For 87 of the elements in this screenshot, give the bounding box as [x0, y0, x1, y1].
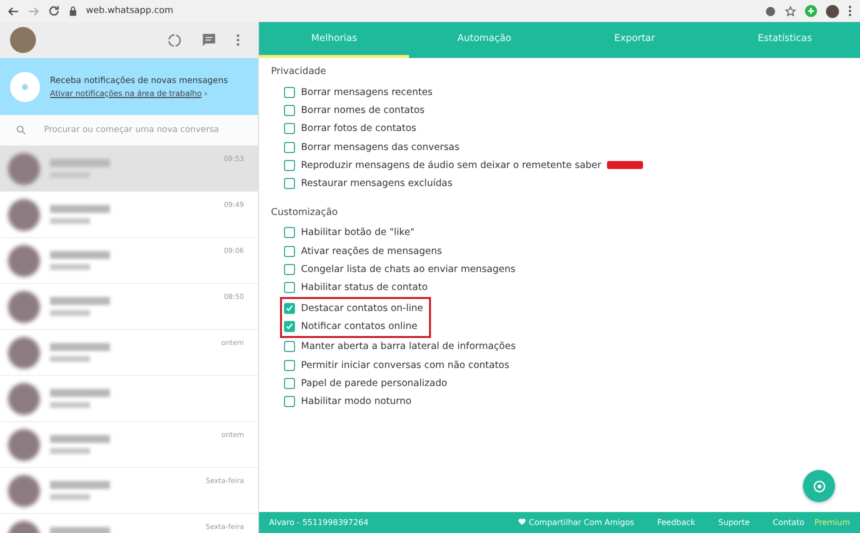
blurred-avatar: [8, 428, 40, 460]
tab[interactable]: Estatísticas: [710, 22, 860, 58]
notification-title: Receba notificações de novas mensagens: [50, 76, 228, 86]
url-field[interactable]: web.whatsapp.com: [86, 6, 174, 16]
checkbox[interactable]: [284, 282, 295, 294]
search-field[interactable]: Procurar ou começar uma nova conversa: [42, 124, 242, 136]
option-label: Borrar nomes de contatos: [301, 104, 425, 116]
option-row[interactable]: Congelar lista de chats ao enviar mensagens: [284, 260, 848, 279]
checkbox[interactable]: [284, 341, 295, 352]
more-icon[interactable]: [848, 5, 852, 17]
section-title: Privacidade: [271, 66, 328, 77]
checkbox[interactable]: [284, 378, 295, 389]
section-title: Customização: [271, 206, 339, 218]
option-row[interactable]: Borrar nomes de contatos: [284, 101, 848, 120]
option-label: Borrar mensagens recentes: [301, 86, 433, 98]
checkbox[interactable]: [284, 86, 295, 98]
settings-icon: [812, 480, 826, 492]
option-label: Reproduzir mensagens de áudio sem deixar o remetente saber: [301, 160, 602, 171]
menu-icon[interactable]: [236, 33, 240, 47]
option-row[interactable]: Habilitar status de contato: [284, 278, 848, 297]
option-row[interactable]: Ativar reações de mensagens: [284, 242, 848, 260]
avatar[interactable]: [10, 27, 36, 53]
checkbox[interactable]: [284, 302, 295, 314]
user-info: Alvaro - 5511998397264: [269, 518, 368, 527]
checkbox[interactable]: [284, 264, 295, 276]
option-label: Permitir iniciar conversas com não contatos: [301, 360, 510, 370]
checkbox[interactable]: [284, 320, 295, 332]
footer-link[interactable]: Feedback: [644, 518, 696, 527]
lock-icon: [69, 6, 77, 16]
option-row[interactable]: Borrar mensagens das conversas: [284, 138, 848, 156]
extension-icon[interactable]: [765, 6, 776, 16]
checkbox[interactable]: [284, 160, 295, 171]
checkbox[interactable]: [284, 396, 295, 408]
option-row[interactable]: Restaurar mensagens excluídas: [284, 174, 848, 193]
option-label: Manter aberta a barra lateral de informações: [301, 341, 516, 352]
search-bar[interactable]: Procurar ou começar uma nova conversa: [0, 115, 258, 146]
checkbox[interactable]: [284, 360, 295, 370]
search-icon: [16, 125, 26, 135]
checkbox[interactable]: [284, 178, 295, 190]
footer-link[interactable]: Premium: [814, 518, 850, 527]
option-row[interactable]: Borrar fotos de contatos: [284, 120, 848, 138]
option-label: Habilitar modo noturno: [301, 396, 412, 408]
blurred-avatar: [8, 290, 40, 322]
blurred-avatar: [8, 382, 40, 414]
back-arrow-icon[interactable]: [8, 6, 19, 16]
option-row[interactable]: Habilitar modo noturno: [284, 392, 848, 411]
tab[interactable]: Melhorias: [259, 22, 410, 58]
option-label: Notificar contatos online: [301, 320, 418, 332]
chat-icon[interactable]: [202, 33, 216, 47]
option-label: Destacar contatos on-line: [301, 302, 424, 314]
reload-icon[interactable]: [48, 5, 60, 17]
tab[interactable]: Automação: [409, 22, 560, 58]
checkbox[interactable]: [284, 227, 295, 238]
option-row[interactable]: Reproduzir mensagens de áudio sem deixar o remetente saber: [284, 156, 848, 174]
option-label: Habilitar status de contato: [301, 282, 428, 294]
plus-icon[interactable]: [805, 5, 817, 17]
checkbox[interactable]: [284, 246, 295, 257]
option-row[interactable]: Papel de parede personalizado: [284, 374, 848, 392]
footer-link[interactable]: Suporte: [705, 518, 750, 527]
checkbox[interactable]: [284, 123, 295, 134]
option-label: Congelar lista de chats ao enviar mensagens: [301, 264, 516, 276]
tab[interactable]: Exportar: [560, 22, 710, 58]
option-row[interactable]: Permitir iniciar conversas com não contatos: [284, 356, 848, 374]
option-label: Papel de parede personalizado: [301, 378, 448, 389]
option-row[interactable]: Habilitar botão de "like": [284, 224, 848, 242]
blurred-avatar: [8, 336, 40, 368]
checkbox[interactable]: [284, 104, 295, 116]
blurred-avatar: [8, 244, 40, 276]
footer-link[interactable]: Contato: [760, 518, 804, 527]
option-row[interactable]: Manter aberta a barra lateral de informações: [284, 338, 848, 356]
option-label: Habilitar botão de "like": [301, 227, 415, 238]
option-label: Borrar mensagens das conversas: [301, 142, 460, 153]
status-icon[interactable]: [167, 32, 182, 48]
star-icon[interactable]: [785, 6, 796, 16]
settings-fab[interactable]: [803, 470, 835, 502]
option-label: Ativar reações de mensagens: [301, 246, 442, 257]
heart-icon: [518, 518, 526, 525]
forward-arrow-icon[interactable]: [28, 6, 39, 16]
blurred-avatar: [8, 152, 40, 184]
option-label: Borrar fotos de contatos: [301, 123, 416, 134]
blurred-avatar: [8, 198, 40, 230]
checkbox[interactable]: [284, 142, 295, 153]
footer-link[interactable]: Compartilhar Com Amigos: [518, 518, 634, 527]
blurred-avatar: [8, 474, 40, 506]
avatar[interactable]: [826, 4, 839, 18]
option-label: Restaurar mensagens excluídas: [301, 178, 452, 190]
option-row[interactable]: Borrar mensagens recentes: [284, 83, 848, 102]
